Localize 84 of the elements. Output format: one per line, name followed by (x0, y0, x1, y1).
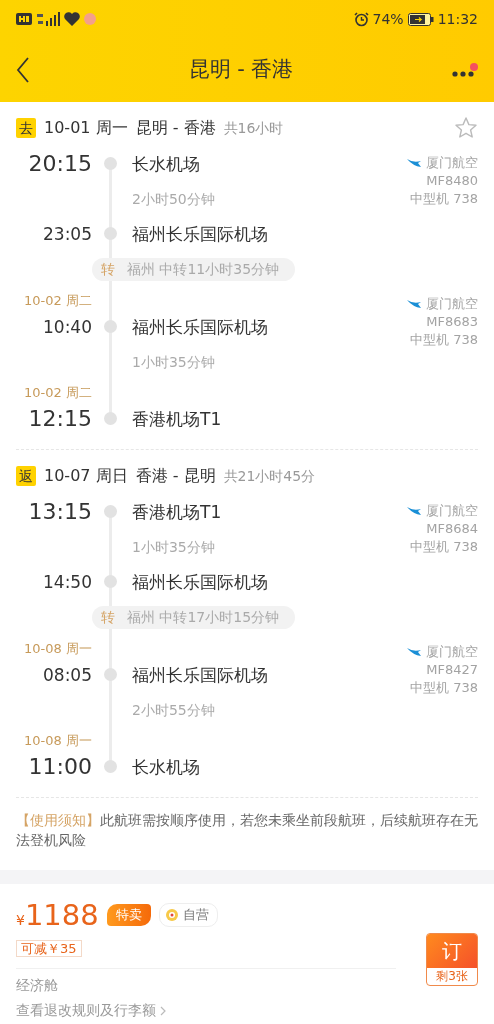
self-operated-label: 自营 (182, 906, 209, 925)
transfer-tag: 转 (101, 609, 115, 625)
alarm-icon (353, 11, 369, 27)
airport-name: 长水机场 (131, 153, 201, 176)
airport-name: 福州长乐国际机场 (131, 571, 269, 594)
flight-time: 13:15 (28, 498, 92, 526)
trip-route: 昆明 - 香港 (135, 117, 216, 139)
star-icon[interactable] (454, 116, 478, 140)
app-icon (84, 13, 96, 25)
trip-duration: 共16小时 (223, 118, 284, 138)
remaining-tickets: 剩3张 (435, 968, 469, 985)
aircraft-type: 中型机 738 (409, 538, 478, 556)
trip-tag: 返 (16, 466, 36, 486)
flight-duration: 1小时35分钟 (131, 353, 216, 372)
trip-duration: 共21小时45分 (223, 466, 316, 486)
more-icon[interactable] (452, 63, 478, 77)
trip-tag: 去 (16, 118, 36, 138)
flight-number: MF8684 (425, 520, 478, 538)
timeline-dot (103, 412, 117, 425)
chevron-icon (160, 1005, 166, 1016)
shield-icon (164, 908, 179, 922)
heart-icon (64, 12, 80, 26)
transfer-tag: 转 (101, 261, 115, 277)
aircraft-type: 中型机 738 (409, 190, 478, 208)
airline-name: 厦门航空 (426, 295, 478, 313)
flight-time: 20:15 (28, 150, 92, 178)
book-button[interactable]: 订 剩3张 (426, 933, 478, 986)
aircraft-type: 中型机 738 (409, 679, 478, 697)
trip-route: 香港 - 昆明 (135, 465, 216, 487)
flight-time: 08:05 (43, 664, 92, 687)
signal-icon (36, 12, 60, 26)
flight-duration: 2小时50分钟 (131, 190, 216, 209)
bird-icon (406, 506, 422, 516)
airport-name: 福州长乐国际机场 (131, 664, 269, 687)
battery-icon (407, 12, 434, 26)
arrival-date: 10-02 周二 (24, 385, 92, 401)
usage-notice: 【使用须知】此航班需按顺序使用，若您未乘坐前段航班，后续航班存在无法登机风险 (15, 811, 479, 850)
timeline-dot (103, 505, 117, 518)
back-icon[interactable] (16, 57, 30, 83)
transfer-info: 福州 中转11小时35分钟 (127, 261, 280, 277)
aircraft-type: 中型机 738 (409, 331, 478, 349)
hd-icon (16, 13, 32, 25)
timeline-dot (103, 157, 117, 170)
flight-duration: 1小时35分钟 (131, 538, 216, 557)
battery-percent: 74% (372, 9, 404, 29)
airport-name: 福州长乐国际机场 (131, 316, 269, 339)
page-title: 昆明 - 香港 (188, 56, 294, 84)
arrival-date: 10-08 周一 (24, 641, 92, 657)
timeline-dot (103, 668, 117, 681)
airline-name: 厦门航空 (426, 502, 478, 520)
bird-icon (406, 647, 422, 657)
airline-name: 厦门航空 (426, 643, 478, 661)
transfer-info: 福州 中转17小时15分钟 (127, 609, 280, 625)
flight-time: 11:00 (28, 753, 92, 781)
flight-time: 10:40 (43, 316, 92, 339)
airport-name: 福州长乐国际机场 (131, 223, 269, 246)
airport-name: 香港机场T1 (131, 501, 223, 524)
arrival-date: 10-08 周一 (24, 733, 92, 749)
currency-symbol: ¥ (16, 911, 25, 930)
flight-duration: 2小时55分钟 (131, 701, 216, 720)
trip-date: 10-01 周一 (44, 117, 128, 139)
price: 1188 (24, 898, 99, 932)
rules-link[interactable]: 查看退改规则及行李额 (16, 1000, 166, 1021)
airport-name: 长水机场 (131, 756, 201, 779)
flight-time: 23:05 (43, 223, 92, 246)
timeline-dot (103, 760, 117, 773)
airport-name: 香港机场T1 (131, 408, 223, 431)
flight-time: 12:15 (28, 405, 92, 433)
clock-time: 11:32 (437, 9, 478, 29)
discount-tag: 可减￥35 (16, 940, 82, 957)
timeline-dot (103, 575, 117, 588)
flight-number: MF8683 (425, 313, 478, 331)
cabin-class: 经济舱 (16, 976, 59, 995)
flight-number: MF8480 (425, 172, 478, 190)
bird-icon (406, 299, 422, 309)
airline-name: 厦门航空 (426, 154, 478, 172)
flight-time: 14:50 (43, 571, 92, 594)
bird-icon (406, 158, 422, 168)
trip-date: 10-07 周日 (44, 465, 128, 487)
flight-number: MF8427 (425, 661, 478, 679)
promo-tag: 特卖 (106, 904, 151, 926)
arrival-date: 10-02 周二 (24, 293, 92, 309)
timeline-dot (103, 227, 117, 240)
timeline-dot (103, 320, 117, 333)
